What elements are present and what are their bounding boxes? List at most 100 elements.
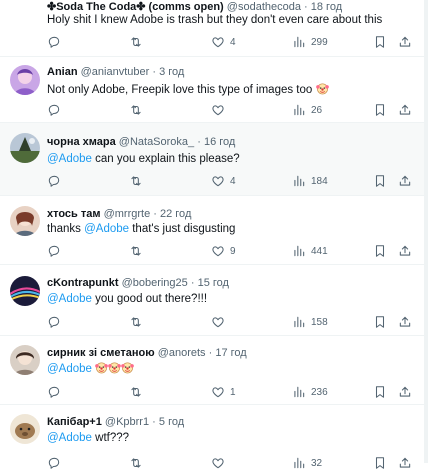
share-button[interactable] xyxy=(398,384,412,400)
bookmark-icon xyxy=(373,456,387,470)
views-button[interactable]: 299 xyxy=(292,34,328,50)
like-button[interactable]: 1 xyxy=(211,384,236,400)
views-button[interactable]: 158 xyxy=(292,314,328,330)
views-button[interactable]: 26 xyxy=(292,102,322,118)
avatar[interactable] xyxy=(10,65,40,95)
handle[interactable]: @anianvtuber xyxy=(81,66,150,78)
bookmark-icon xyxy=(373,385,387,399)
retweet-button[interactable] xyxy=(129,34,143,50)
share-button[interactable] xyxy=(398,102,412,118)
display-name[interactable]: хтось там xyxy=(47,208,101,220)
like-button[interactable] xyxy=(211,455,230,471)
tweet-body: that's just disgusting xyxy=(132,223,236,235)
timestamp[interactable]: 17 год xyxy=(215,347,246,359)
share-button[interactable] xyxy=(398,173,412,189)
tweet-text: @Adobe you good out there?!!! xyxy=(47,292,416,306)
timestamp[interactable]: 3 год xyxy=(159,66,184,78)
share-button[interactable] xyxy=(398,314,412,330)
views-button[interactable]: 236 xyxy=(292,384,328,400)
reply-button[interactable] xyxy=(47,173,61,189)
heart-icon xyxy=(211,244,225,258)
avatar[interactable] xyxy=(10,345,40,375)
views-button[interactable]: 32 xyxy=(292,455,322,471)
share-button[interactable] xyxy=(398,34,412,50)
avatar[interactable] xyxy=(10,414,40,444)
retweet-button[interactable] xyxy=(129,384,143,400)
scrollbar[interactable] xyxy=(424,0,428,463)
retweet-button[interactable] xyxy=(129,102,143,118)
reply-button[interactable] xyxy=(47,102,61,118)
mention-link[interactable]: @Adobe xyxy=(47,432,92,444)
like-button[interactable] xyxy=(211,314,230,330)
timestamp[interactable]: 15 год xyxy=(198,277,229,289)
timestamp[interactable]: 16 год xyxy=(204,136,235,148)
handle[interactable]: @mrrgrte xyxy=(104,208,151,220)
handle[interactable]: @anorets xyxy=(158,347,206,359)
share-button[interactable] xyxy=(398,455,412,471)
action-bar: 158 xyxy=(0,314,424,330)
tweet[interactable]: Капібар+1 @Kpbrr1 · 5 год @Adobe wtf??? … xyxy=(0,405,424,463)
bookmark-button[interactable] xyxy=(373,384,387,400)
like-button[interactable]: 9 xyxy=(211,243,236,259)
bookmark-button[interactable] xyxy=(373,314,387,330)
heart-icon xyxy=(211,456,225,470)
bookmark-button[interactable] xyxy=(373,455,387,471)
retweet-icon xyxy=(129,35,143,49)
heart-icon xyxy=(211,315,225,329)
reply-button[interactable] xyxy=(47,314,61,330)
display-name[interactable]: Капібар+1 xyxy=(47,416,102,428)
retweet-button[interactable] xyxy=(129,243,143,259)
mention-link[interactable]: @Adobe xyxy=(47,293,92,305)
like-button[interactable]: 4 xyxy=(211,173,236,189)
bookmark-button[interactable] xyxy=(373,243,387,259)
heart-icon xyxy=(211,35,225,49)
views-button[interactable]: 441 xyxy=(292,243,328,259)
mention-link[interactable]: @Adobe xyxy=(47,153,92,165)
display-name[interactable]: сирник зі сметаною xyxy=(47,347,155,359)
retweet-button[interactable] xyxy=(129,455,143,471)
mention-link[interactable]: @Adobe xyxy=(84,223,129,235)
handle[interactable]: @Kpbrr1 xyxy=(105,416,149,428)
display-name[interactable]: ✤Soda The Coda✤ (comms open) xyxy=(47,1,224,13)
avatar[interactable] xyxy=(10,206,40,236)
handle[interactable]: @bobering25 xyxy=(122,277,188,289)
display-name[interactable]: Anian xyxy=(47,66,78,78)
like-button[interactable] xyxy=(211,102,230,118)
display-name[interactable]: cKontrapunkt xyxy=(47,277,119,289)
views-button[interactable]: 184 xyxy=(292,173,328,189)
display-name[interactable]: чорна хмара xyxy=(47,136,116,148)
tweet[interactable]: cKontrapunkt @bobering25 · 15 год @Adobe… xyxy=(0,265,424,336)
reply-button[interactable] xyxy=(47,384,61,400)
tweet[interactable]: Anian @anianvtuber · 3 год Not only Adob… xyxy=(0,57,424,123)
separator: · xyxy=(304,1,308,13)
mention-link[interactable]: @Adobe xyxy=(47,363,92,375)
handle[interactable]: @sodathecoda xyxy=(227,1,301,13)
bookmark-button[interactable] xyxy=(373,102,387,118)
bookmark-icon xyxy=(373,315,387,329)
reply-button[interactable] xyxy=(47,34,61,50)
retweet-icon xyxy=(129,103,143,117)
share-button[interactable] xyxy=(398,243,412,259)
like-count: 4 xyxy=(230,36,236,48)
timestamp[interactable]: 22 год xyxy=(160,208,191,220)
tweet[interactable]: ✤Soda The Coda✤ (comms open) @sodathecod… xyxy=(0,0,424,57)
bookmark-button[interactable] xyxy=(373,173,387,189)
reply-button[interactable] xyxy=(47,455,61,471)
separator: · xyxy=(197,136,201,148)
reply-button[interactable] xyxy=(47,243,61,259)
tweet-header: чорна хмара @NataSoroka_ · 16 год xyxy=(47,136,416,148)
timestamp[interactable]: 18 год xyxy=(311,1,342,13)
retweet-button[interactable] xyxy=(129,173,143,189)
tweet[interactable]: хтось там @mrrgrte · 22 год thanks @Adob… xyxy=(0,196,424,265)
bookmark-button[interactable] xyxy=(373,34,387,50)
retweet-button[interactable] xyxy=(129,314,143,330)
timestamp[interactable]: 5 год xyxy=(159,416,184,428)
avatar[interactable] xyxy=(10,276,40,306)
tweet[interactable]: сирник зі сметаною @anorets · 17 год @Ad… xyxy=(0,336,424,405)
like-button[interactable]: 4 xyxy=(211,34,236,50)
bookmark-icon xyxy=(373,103,387,117)
handle[interactable]: @NataSoroka_ xyxy=(119,136,194,148)
reply-icon xyxy=(47,385,61,399)
tweet[interactable]: чорна хмара @NataSoroka_ · 16 год @Adobe… xyxy=(0,123,424,196)
avatar[interactable] xyxy=(10,133,40,163)
